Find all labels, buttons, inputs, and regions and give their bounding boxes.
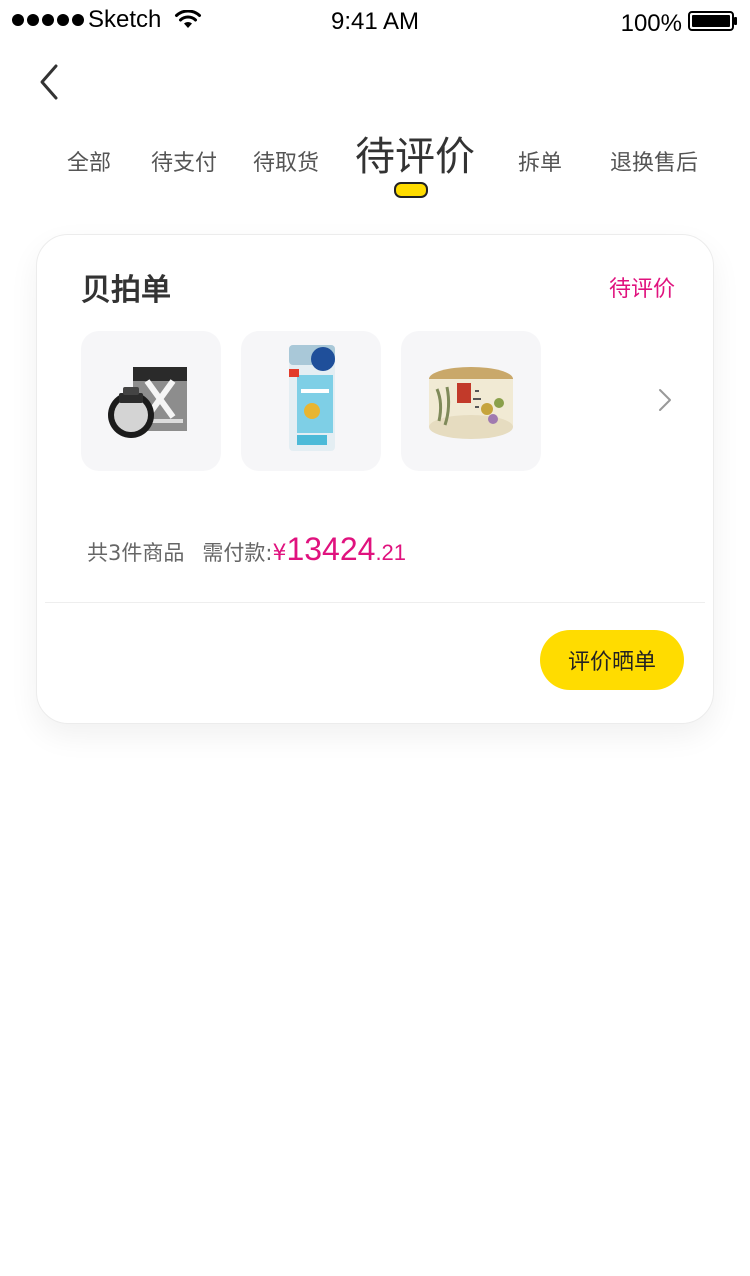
sunscreen-product-image	[289, 345, 335, 451]
tab-split-order[interactable]: 拆单	[512, 126, 568, 196]
face-cream-product-image	[429, 367, 513, 439]
order-status-label: 待评价	[608, 277, 675, 302]
status-bar: Sketch 9:41 AM 100%	[0, 0, 750, 40]
card-divider	[45, 602, 705, 603]
order-summary: 共3件商品 需付款: ¥ 13424 .21	[87, 531, 406, 575]
tab-pending-payment[interactable]: 待支付	[146, 126, 222, 196]
price-decimal: .21	[375, 540, 407, 565]
order-card[interactable]: 贝拍单 待评价 共3件商品 需付款: ¥ 13424 .21 评价晒单	[36, 234, 714, 724]
tab-pending-pickup[interactable]: 待取货	[248, 126, 324, 196]
currency-symbol: ¥	[272, 541, 287, 566]
chevron-right-icon[interactable]	[655, 385, 675, 415]
tab-after-sales[interactable]: 退换售后	[602, 126, 706, 196]
amount-due-label: 需付款:	[202, 541, 273, 565]
amount-due: ¥ 13424 .21	[272, 531, 406, 568]
price-integer: 13424	[286, 531, 376, 567]
tab-all[interactable]: 全部	[60, 126, 118, 196]
order-status-tabs: 全部 待支付 待取货 待评价 拆单 退换售后	[0, 126, 750, 206]
battery-icon	[688, 11, 737, 31]
back-chevron-icon[interactable]	[34, 62, 66, 102]
product-thumbnail-eye-drops[interactable]	[81, 331, 221, 471]
product-thumbnail-face-cream[interactable]	[401, 331, 541, 471]
product-thumbnail-sunscreen[interactable]	[241, 331, 381, 471]
active-tab-indicator	[394, 182, 428, 198]
item-count: 共3件商品	[87, 541, 185, 565]
battery-percentage: 100%	[620, 10, 682, 37]
eye-drops-product-image	[108, 367, 187, 438]
tab-pending-review[interactable]: 待评价	[350, 118, 480, 188]
review-and-share-button[interactable]: 评价晒单	[540, 630, 684, 690]
order-title: 贝拍单	[81, 273, 171, 308]
